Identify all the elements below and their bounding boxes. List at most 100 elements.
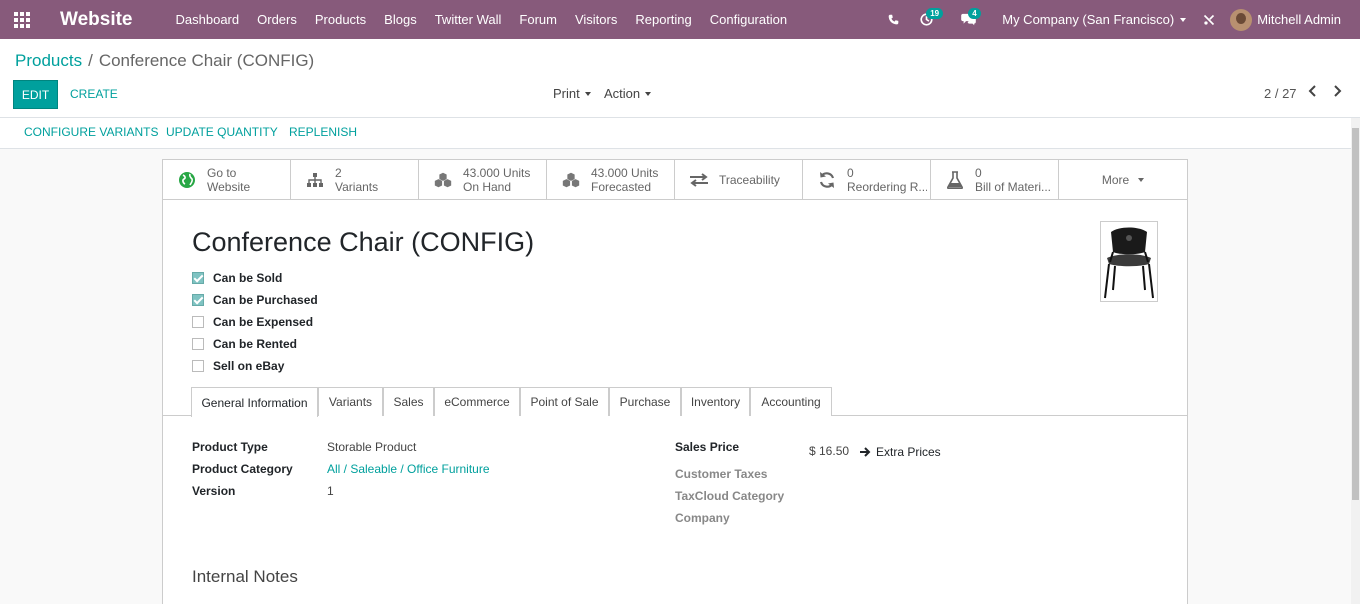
replenish-button[interactable]: REPLENISH: [289, 125, 357, 139]
product-category-link[interactable]: All / Saleable / Office Furniture: [327, 462, 490, 476]
tab-general-information[interactable]: General Information: [191, 387, 318, 417]
scrollbar-thumb[interactable]: [1352, 128, 1359, 500]
caret-down-icon: [584, 91, 591, 96]
can-be-purchased-checkbox[interactable]: Can be Purchased: [192, 289, 318, 311]
checkbox-label: Can be Rented: [213, 337, 298, 351]
cubes-icon: [433, 170, 453, 190]
smart-go-line1: Go to: [207, 166, 237, 180]
smart-button-forecasted[interactable]: 43.000 Units Forecasted: [547, 160, 675, 200]
sales-price-value: $ 16.50: [809, 444, 850, 458]
menu-item-products[interactable]: Products: [306, 0, 375, 39]
sales-price-label: Sales Price: [675, 440, 740, 454]
tab-point-of-sale[interactable]: Point of Sale: [520, 387, 609, 416]
tab-ecommerce[interactable]: eCommerce: [434, 387, 520, 416]
menu-item-orders[interactable]: Orders: [248, 0, 306, 39]
caret-down-icon: [645, 91, 652, 96]
main-menu: Dashboard Orders Products Blogs Twitter …: [167, 0, 797, 39]
page-scrollbar[interactable]: [1351, 118, 1360, 604]
product-options: Can be Sold Can be Purchased Can be Expe…: [192, 267, 318, 377]
pager-previous-icon[interactable]: [1308, 85, 1317, 100]
activity-badge: 19: [926, 8, 944, 19]
configure-variants-button[interactable]: CONFIGURE VARIANTS: [24, 125, 158, 139]
chevron-down-icon: [1180, 17, 1187, 22]
tab-sales[interactable]: Sales: [383, 387, 434, 416]
smart-forecast-qty: 43.000 Units: [591, 166, 659, 180]
checkbox-label: Sell on eBay: [213, 359, 285, 373]
version-value: 1: [327, 484, 334, 498]
form-statusbar: CONFIGURE VARIANTS UPDATE QUANTITY REPLE…: [0, 118, 1351, 149]
action-label: Action: [604, 86, 641, 101]
smart-bom-label: Bill of Materi...: [975, 180, 1052, 194]
smart-go-line2: Website: [207, 180, 251, 194]
action-dropdown[interactable]: Action: [604, 86, 652, 101]
version-label: Version: [192, 484, 236, 498]
smart-button-variants[interactable]: 2 Variants: [291, 160, 419, 200]
product-name[interactable]: Conference Chair (CONFIG): [192, 227, 534, 258]
extra-prices-button[interactable]: Extra Prices: [860, 445, 941, 459]
smart-buttons: Go to Website 2 Variants 43.000 Units On Ha…: [163, 160, 1187, 200]
smart-button-go-to-website[interactable]: Go to Website: [163, 160, 291, 200]
control-panel: Products / Conference Chair (CONFIG) EDI…: [0, 39, 1360, 118]
smart-forecast-label: Forecasted: [591, 180, 652, 194]
checkbox-unchecked[interactable]: [192, 338, 204, 350]
activity-icon[interactable]: 19: [915, 0, 944, 39]
can-be-expensed-checkbox[interactable]: Can be Expensed: [192, 311, 318, 333]
debug-tools-icon[interactable]: [1202, 0, 1216, 39]
caret-down-icon: [1138, 178, 1145, 182]
sitemap-icon: [305, 170, 325, 190]
checkbox-unchecked[interactable]: [192, 360, 204, 372]
tab-purchase[interactable]: Purchase: [609, 387, 681, 416]
menu-item-forum[interactable]: Forum: [510, 0, 566, 39]
tab-variants[interactable]: Variants: [318, 387, 383, 416]
more-label: More: [1101, 173, 1130, 187]
product-type-value: Storable Product: [327, 440, 417, 454]
company-name: My Company (San Francisco): [1002, 12, 1175, 27]
tab-inventory[interactable]: Inventory: [681, 387, 750, 416]
smart-onhand-qty: 43.000 Units: [463, 166, 531, 180]
breadcrumb-products-link[interactable]: Products: [15, 51, 82, 71]
smart-button-bill-of-materials[interactable]: 0 Bill of Materi...: [931, 160, 1059, 200]
cubes-icon: [561, 170, 581, 190]
pager-value[interactable]: 2 / 27: [1264, 86, 1297, 101]
can-be-rented-checkbox[interactable]: Can be Rented: [192, 333, 318, 355]
pager-next-icon[interactable]: [1333, 85, 1342, 100]
menu-item-reporting[interactable]: Reporting: [626, 0, 700, 39]
menu-item-blogs[interactable]: Blogs: [375, 0, 426, 39]
phone-icon[interactable]: [885, 0, 901, 39]
checkbox-label: Can be Sold: [213, 271, 283, 285]
smart-button-traceability[interactable]: Traceability: [675, 160, 803, 200]
menu-item-configuration[interactable]: Configuration: [701, 0, 796, 39]
checkbox-checked[interactable]: [192, 294, 204, 306]
can-be-sold-checkbox[interactable]: Can be Sold: [192, 267, 318, 289]
product-category-label: Product Category: [192, 462, 293, 476]
app-brand[interactable]: Website: [60, 9, 133, 31]
smart-button-reordering-rules[interactable]: 0 Reordering R...: [803, 160, 931, 200]
print-dropdown[interactable]: Print: [553, 86, 591, 101]
avatar[interactable]: [1230, 8, 1253, 31]
tab-accounting[interactable]: Accounting: [750, 387, 832, 416]
company-switcher[interactable]: My Company (San Francisco): [1002, 12, 1187, 27]
edit-button[interactable]: EDIT: [13, 80, 58, 109]
smart-reordering-count: 0: [847, 166, 854, 180]
menu-item-twitter-wall[interactable]: Twitter Wall: [426, 0, 511, 39]
menu-item-visitors[interactable]: Visitors: [566, 0, 626, 39]
sell-on-ebay-checkbox[interactable]: Sell on eBay: [192, 355, 318, 377]
internal-notes-heading: Internal Notes: [192, 567, 298, 586]
checkbox-unchecked[interactable]: [192, 316, 204, 328]
smart-button-on-hand[interactable]: 43.000 Units On Hand: [419, 160, 547, 200]
apps-menu-icon[interactable]: [0, 0, 44, 39]
smart-variants-count: 2: [335, 166, 342, 180]
menu-item-dashboard[interactable]: Dashboard: [167, 0, 249, 39]
create-button[interactable]: CREATE: [70, 87, 118, 101]
user-menu[interactable]: Mitchell Admin: [1257, 12, 1341, 27]
breadcrumb-separator: /: [88, 51, 93, 70]
breadcrumb: Products / Conference Chair (CONFIG): [15, 51, 314, 71]
extra-prices-label: Extra Prices: [876, 445, 941, 459]
messages-icon[interactable]: 4: [957, 0, 981, 39]
product-type-label: Product Type: [192, 440, 268, 454]
smart-button-more[interactable]: More: [1059, 160, 1187, 200]
product-image[interactable]: [1100, 221, 1158, 302]
globe-icon: [177, 170, 197, 190]
update-quantity-button[interactable]: UPDATE QUANTITY: [166, 125, 278, 139]
checkbox-checked[interactable]: [192, 272, 204, 284]
